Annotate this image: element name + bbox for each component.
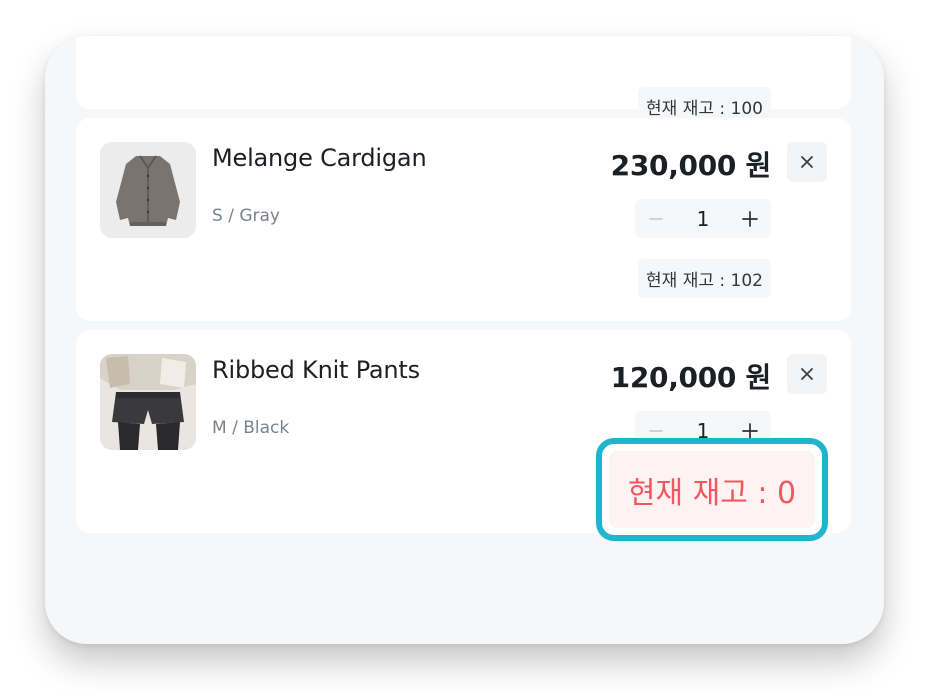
remove-item-button[interactable] xyxy=(787,142,827,182)
product-price: 230,000 원 xyxy=(610,149,772,182)
product-thumbnail-pants[interactable] xyxy=(100,354,196,450)
stock-badge: 현재 재고 : 102 xyxy=(638,259,771,298)
increase-quantity-button[interactable] xyxy=(739,208,761,230)
minus-icon xyxy=(649,429,663,432)
cart-item-card: 현재 재고 : 100 xyxy=(76,36,851,125)
close-icon xyxy=(801,368,813,380)
product-name[interactable]: Ribbed Knit Pants xyxy=(212,356,420,384)
plus-icon xyxy=(742,210,758,227)
out-of-stock-badge: 현재 재고 : 0 xyxy=(609,451,815,528)
product-option: M / Black xyxy=(212,418,290,438)
cart-panel: 현재 재고 : 100 Melange Cardigan S / Gray 23… xyxy=(45,36,884,644)
remove-item-button[interactable] xyxy=(787,354,827,394)
cart-item-card: Melange Cardigan S / Gray 230,000 원 1 현재… xyxy=(76,118,851,321)
product-option: S / Gray xyxy=(212,206,280,226)
stock-highlight-frame: 현재 재고 : 0 xyxy=(596,438,828,541)
close-icon xyxy=(801,156,813,168)
quantity-value: 1 xyxy=(696,206,710,231)
product-thumbnail-cardigan[interactable] xyxy=(100,142,196,238)
decrease-quantity-button[interactable] xyxy=(645,208,667,230)
product-name[interactable]: Melange Cardigan xyxy=(212,144,427,172)
product-price: 120,000 원 xyxy=(610,361,772,394)
quantity-stepper: 1 xyxy=(635,199,771,238)
minus-icon xyxy=(649,217,663,220)
plus-icon xyxy=(742,422,758,439)
